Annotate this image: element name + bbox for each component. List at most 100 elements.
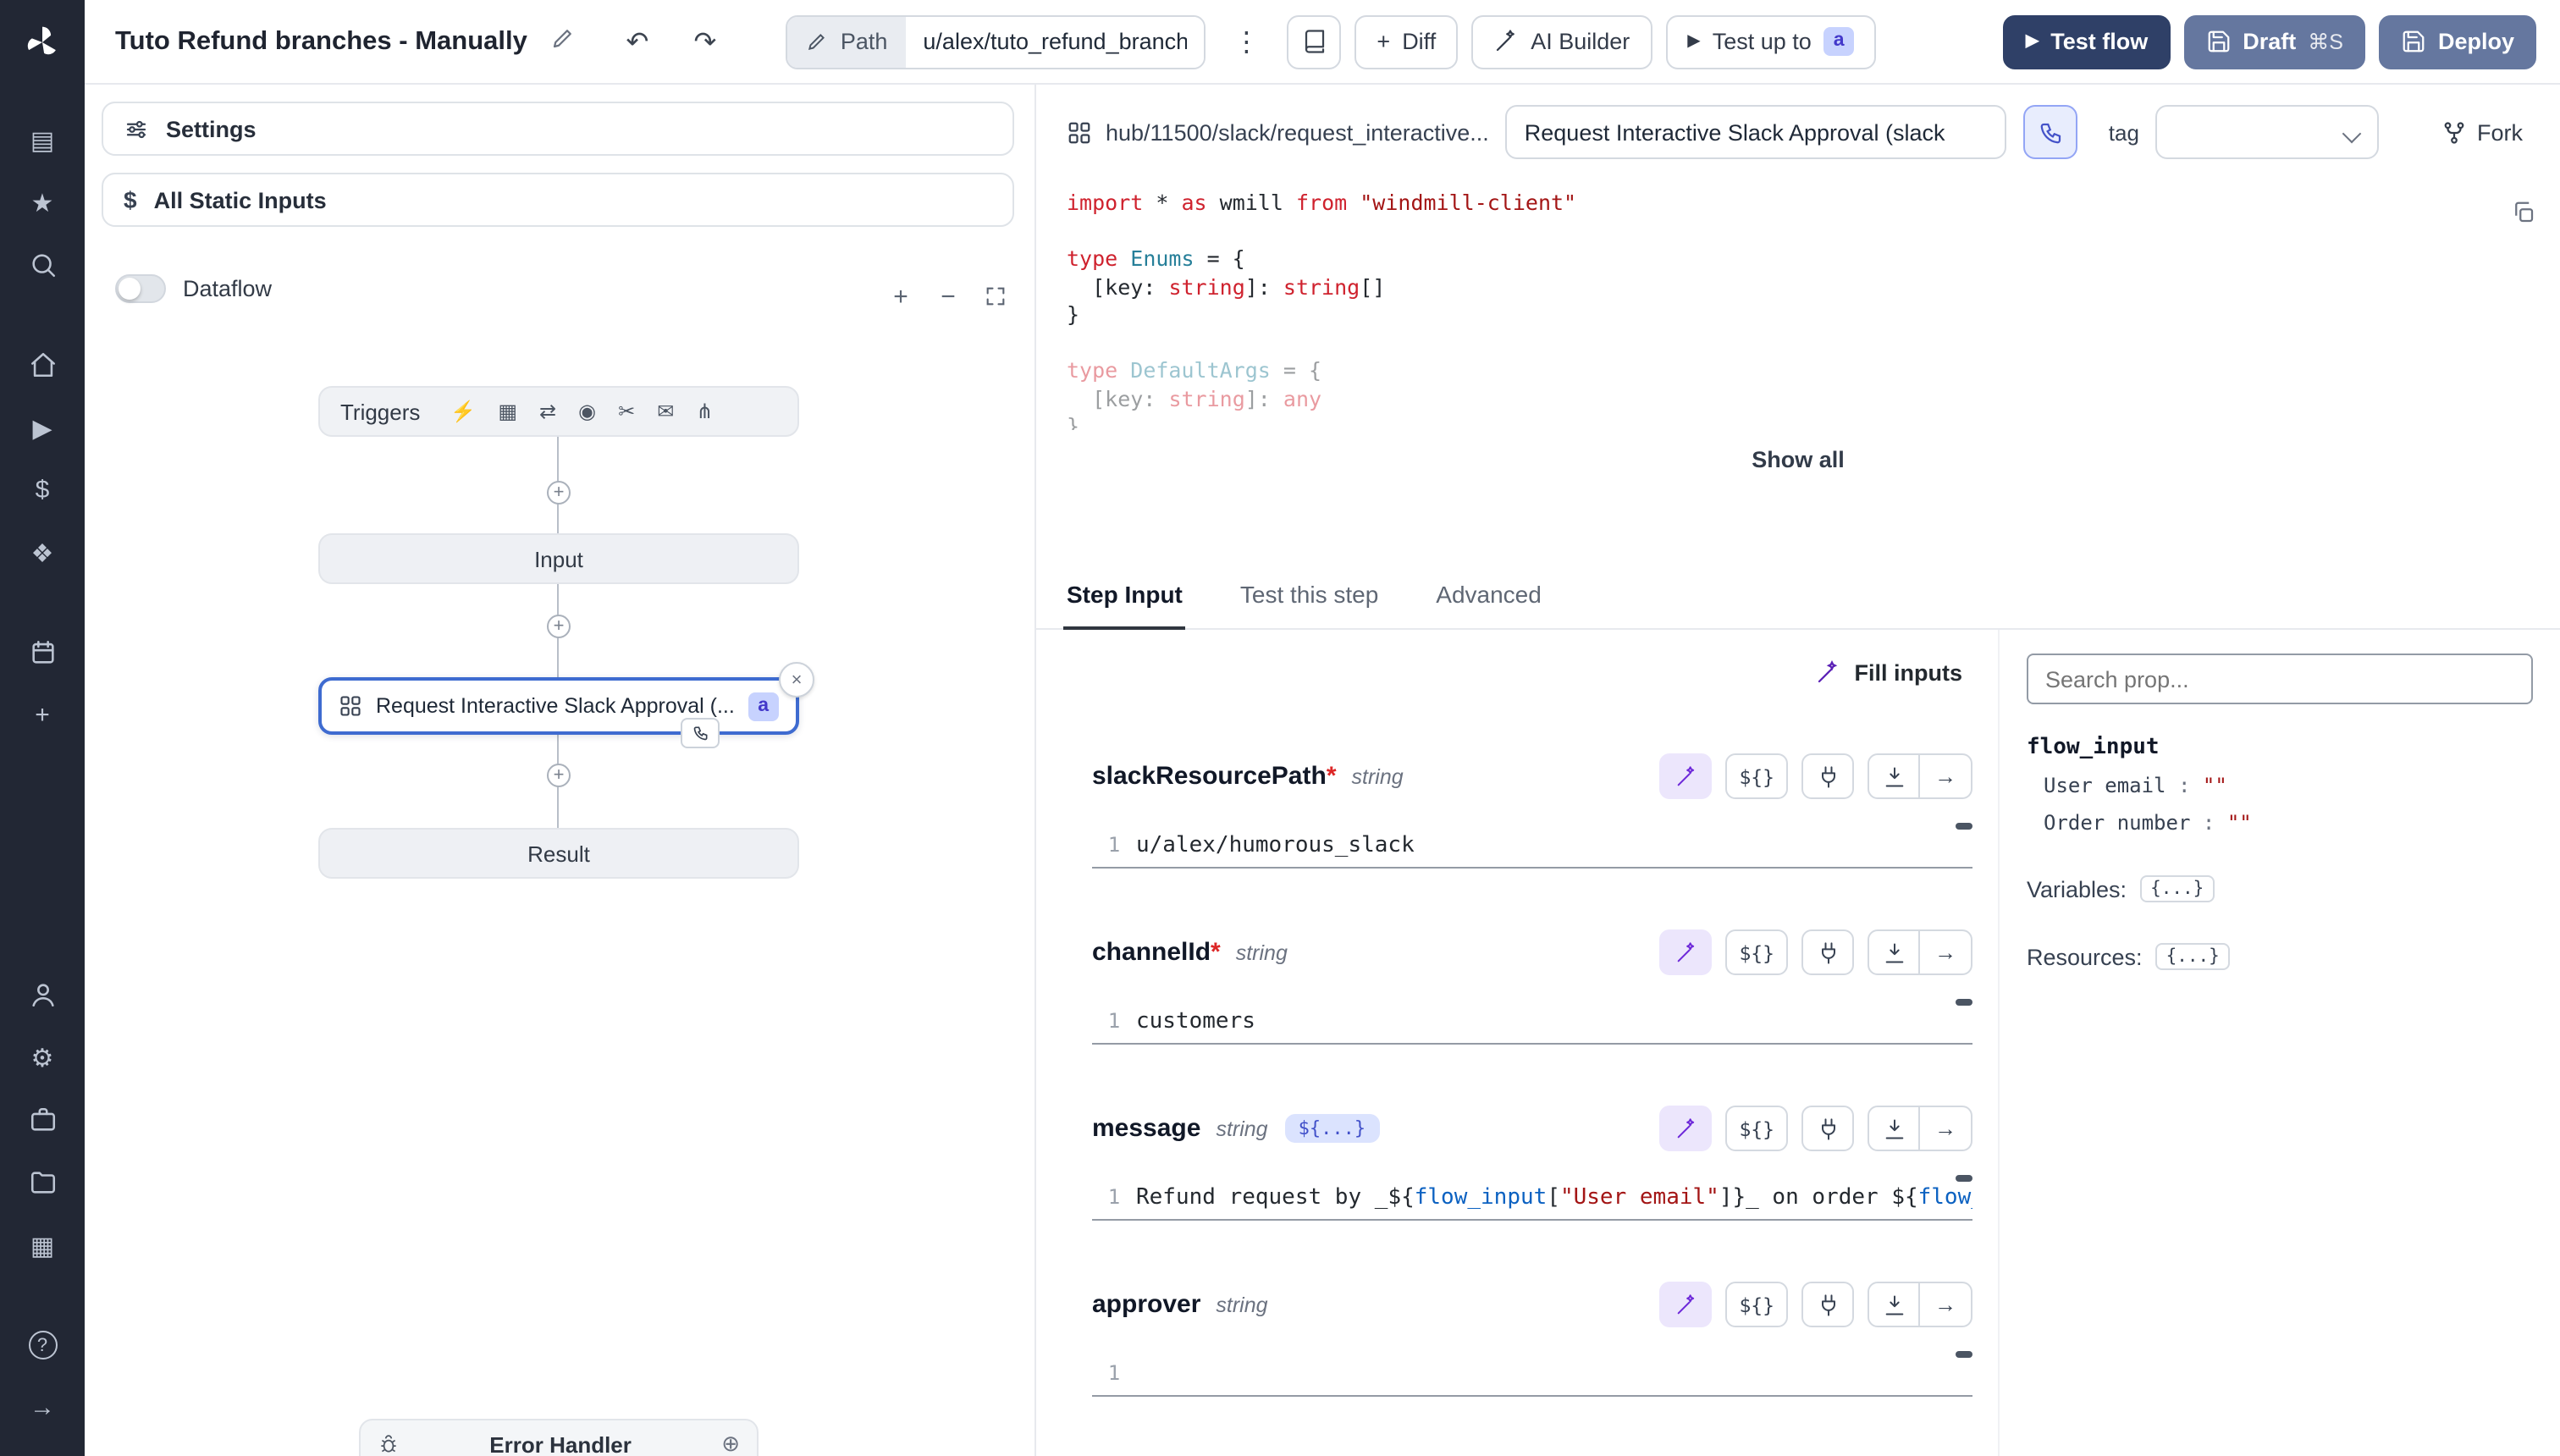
suspend-approval-phone-icon[interactable] <box>681 718 720 748</box>
draft-button[interactable]: Draft ⌘S <box>2183 14 2365 69</box>
field-value-editor[interactable]: 1 <box>1092 1351 1972 1397</box>
favorites-star-icon[interactable]: ★ <box>14 178 71 227</box>
plug-connect-button[interactable] <box>1801 753 1854 799</box>
ai-builder-button[interactable]: AI Builder <box>1471 14 1652 69</box>
prop-item-order-number[interactable]: Order number : "" <box>2044 811 2533 835</box>
create-plus-icon[interactable]: + <box>14 691 71 740</box>
windmill-logo[interactable] <box>17 17 68 68</box>
kafka-trigger-icon[interactable]: ⋔ <box>696 400 713 423</box>
test-up-to-button[interactable]: ▶ Test up to a <box>1665 14 1876 69</box>
plug-connect-button[interactable] <box>1801 1282 1854 1327</box>
resources-icon[interactable]: ❖ <box>14 528 71 577</box>
insert-step-button[interactable]: + <box>547 481 571 505</box>
expression-toggle-button[interactable]: ${} <box>1725 1282 1788 1327</box>
collapse-sidebar-icon[interactable]: → <box>14 1383 71 1432</box>
expression-toggle-button[interactable]: ${} <box>1725 753 1788 799</box>
download-value-button[interactable] <box>1868 1106 1920 1151</box>
error-handler-node[interactable]: Error Handler ⊕ <box>359 1419 759 1456</box>
hub-script-path[interactable]: hub/11500/slack/request_interactive... <box>1067 119 1489 145</box>
path-input[interactable] <box>906 16 1204 67</box>
zoom-in-button[interactable]: + <box>879 276 923 317</box>
result-node[interactable]: Result <box>318 828 799 879</box>
redo-button[interactable]: ↷ <box>678 14 732 69</box>
insert-step-button[interactable]: + <box>547 764 571 787</box>
fit-view-button[interactable] <box>974 276 1018 317</box>
workspace-briefcase-icon[interactable] <box>14 1095 71 1144</box>
runs-play-icon[interactable]: ▶ <box>14 403 71 452</box>
flow-input-root[interactable]: flow_input <box>2027 735 2533 760</box>
apps-grid-icon[interactable]: ▦ <box>14 1221 71 1270</box>
download-value-button[interactable] <box>1868 753 1920 799</box>
prop-item-user-email[interactable]: User email : "" <box>2044 774 2533 797</box>
ai-fill-wand-button[interactable] <box>1659 1106 1712 1151</box>
folders-icon[interactable] <box>14 1158 71 1207</box>
variables-dollar-icon[interactable]: $ <box>14 466 71 515</box>
path-button[interactable]: Path <box>788 16 907 67</box>
arrow-right-button[interactable]: → <box>1920 1282 1972 1327</box>
ai-fill-wand-button[interactable] <box>1659 753 1712 799</box>
postgres-trigger-icon[interactable]: ✂ <box>618 400 635 423</box>
test-flow-button[interactable]: ▶ Test flow <box>2004 14 2170 69</box>
field-value-editor[interactable]: 1 Refund request by _${flow_input["User … <box>1092 1175 1972 1221</box>
windmill-flow-editor: ▤ ★ ▶ $ ❖ + ⚙ ▦ ? → Tuto Ref <box>0 0 2560 1456</box>
plug-connect-button[interactable] <box>1801 1106 1854 1151</box>
ai-fill-wand-button[interactable] <box>1659 1282 1712 1327</box>
field-value-editor[interactable]: 1 customers <box>1092 999 1972 1045</box>
show-all-button[interactable]: Show all <box>1036 430 2560 488</box>
search-prop-input[interactable] <box>2027 654 2533 704</box>
resources-expand-badge[interactable]: {...} <box>2156 943 2230 970</box>
copy-code-icon[interactable] <box>2511 200 2536 233</box>
arrow-right-button[interactable]: → <box>1920 753 1972 799</box>
undo-button[interactable]: ↶ <box>610 14 665 69</box>
more-menu-kebab-icon[interactable]: ⋮ <box>1219 14 1273 69</box>
code-editor[interactable]: import * as wmill from "windmill-client"… <box>1036 176 2560 430</box>
flow-input-node[interactable]: Input <box>318 533 799 584</box>
schedules-calendar-icon[interactable] <box>14 628 71 677</box>
home-icon[interactable] <box>14 340 71 389</box>
ai-fill-wand-button[interactable] <box>1659 929 1712 975</box>
help-icon[interactable]: ? <box>14 1321 71 1370</box>
flow-settings-button[interactable]: Settings <box>102 102 1014 156</box>
arrow-right-button[interactable]: → <box>1920 929 1972 975</box>
fill-inputs-button[interactable]: Fill inputs <box>1806 654 1973 692</box>
all-static-inputs-button[interactable]: $ All Static Inputs <box>102 173 1014 227</box>
search-icon[interactable] <box>14 240 71 290</box>
field-value-editor[interactable]: 1 u/alex/humorous_slack <box>1092 823 1972 869</box>
tab-step-input[interactable]: Step Input <box>1063 565 1186 630</box>
suspend-approval-toggle-button[interactable] <box>2024 105 2078 159</box>
step-node-a[interactable]: Request Interactive Slack Approval (... … <box>318 677 799 735</box>
http-route-trigger-icon[interactable]: ⇄ <box>539 400 556 423</box>
triggers-node[interactable]: Triggers ⚡ ▦ ⇄ ◉ ✂ ✉ ⋔ <box>318 386 799 437</box>
expression-toggle-button[interactable]: ${} <box>1725 929 1788 975</box>
delete-step-button[interactable]: × <box>779 662 814 698</box>
tag-select[interactable] <box>2156 105 2380 159</box>
editor-scroll-mark <box>1956 1175 1972 1182</box>
dataflow-toggle[interactable] <box>115 274 166 303</box>
download-value-button[interactable] <box>1868 1282 1920 1327</box>
docs-book-button[interactable] <box>1287 14 1341 69</box>
step-inputs-column: Fill inputs slackResourcePath* string ${… <box>1036 630 1998 1456</box>
expression-toggle-button[interactable]: ${} <box>1725 1106 1788 1151</box>
edit-title-pencil-icon[interactable] <box>551 25 577 58</box>
plug-connect-button[interactable] <box>1801 929 1854 975</box>
websocket-trigger-icon[interactable]: ◉ <box>578 400 596 423</box>
tab-advanced[interactable]: Advanced <box>1432 565 1545 628</box>
step-summary-input[interactable] <box>1506 105 2007 159</box>
user-icon[interactable] <box>14 970 71 1019</box>
tab-test-this-step[interactable]: Test this step <box>1237 565 1382 628</box>
help-question-glyph: ? <box>28 1331 57 1359</box>
fork-button[interactable]: Fork <box>2428 109 2536 155</box>
add-error-handler-button[interactable]: ⊕ <box>721 1431 740 1456</box>
webhook-trigger-icon[interactable]: ⚡ <box>450 400 476 423</box>
schedule-trigger-icon[interactable]: ▦ <box>498 400 517 423</box>
runs-list-icon[interactable]: ▤ <box>14 115 71 164</box>
diff-button[interactable]: + Diff <box>1354 14 1458 69</box>
zoom-out-button[interactable]: − <box>926 276 970 317</box>
deploy-button[interactable]: Deploy <box>2379 14 2536 69</box>
arrow-right-button[interactable]: → <box>1920 1106 1972 1151</box>
variables-expand-badge[interactable]: {...} <box>2140 875 2214 902</box>
email-trigger-icon[interactable]: ✉ <box>657 400 674 423</box>
download-value-button[interactable] <box>1868 929 1920 975</box>
insert-step-button[interactable]: + <box>547 615 571 638</box>
settings-gear-icon[interactable]: ⚙ <box>14 1033 71 1082</box>
